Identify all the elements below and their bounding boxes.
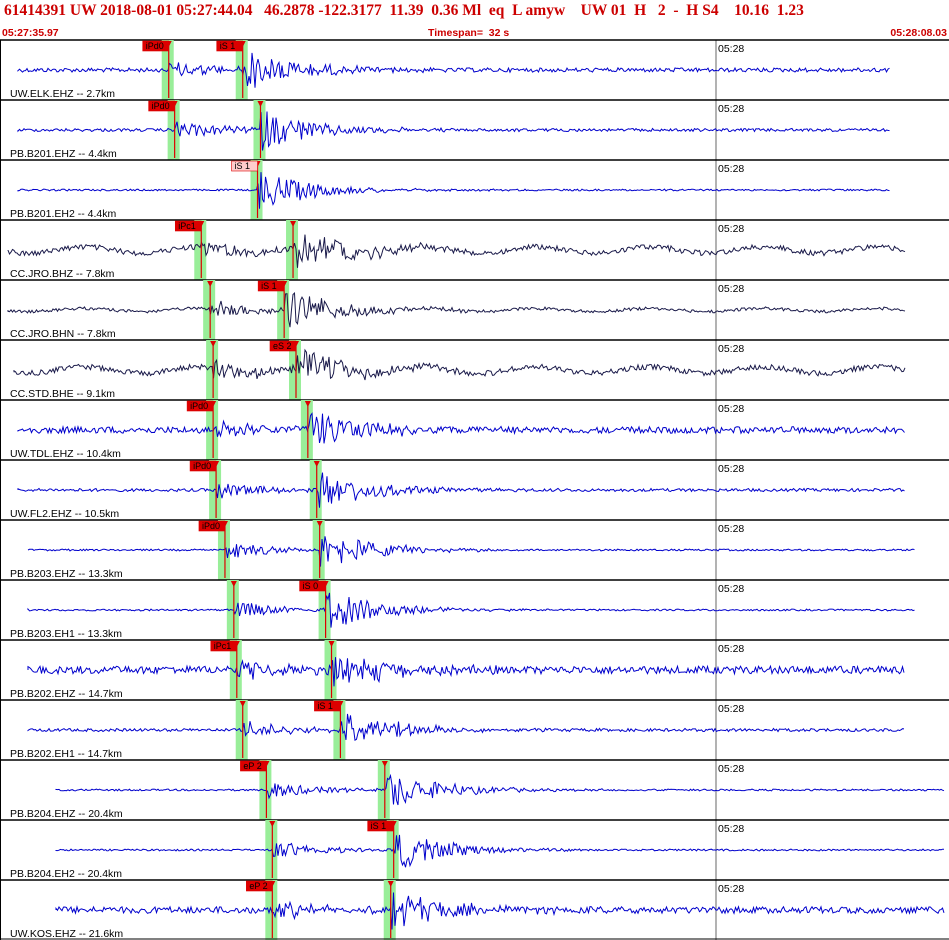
station-channel-label: PB.B203.EH1 -- 13.3km [10,628,122,640]
pick-phase-label: iS 1 [220,41,236,51]
minute-marker-label: 05:28 [718,823,744,835]
pick-phase-label: eP 2 [243,761,261,771]
trace-panel[interactable]: 05:28 iS 1 PB.B201.EH2 -- 4.4km [0,159,949,220]
seismogram-trace [55,892,945,930]
seismogram-trace [55,834,945,868]
pick-phase-label: eP 2 [249,881,267,891]
pick-phase-label: iPc1 [214,641,232,651]
minute-marker-label: 05:28 [718,703,744,715]
seismogram-trace [27,536,915,567]
pick-phase-label: iPc1 [178,221,196,231]
seismogram-trace [7,292,906,328]
trace-panel[interactable]: 05:28 iS 1 PB.B204.EH2 -- 20.4km [0,819,949,880]
pick-phase-label: iS 1 [235,161,251,171]
pick-phase-label: iPd0 [146,41,164,51]
pick-phase-label: iS 0 [303,581,319,591]
minute-marker-label: 05:28 [718,763,744,775]
pick-phase-label: eS 2 [273,341,292,351]
trace-panel[interactable]: 05:28 iPd0 UW.TDL.EHZ -- 10.4km [0,399,949,460]
pick-phase-label: iPd0 [202,521,220,531]
trace-panel[interactable]: 05:28 iS 0 PB.B203.EH1 -- 13.3km [0,579,949,640]
minute-marker-label: 05:28 [718,283,744,295]
trace-panel[interactable]: 05:28 iPc1 CC.JRO.BHZ -- 7.8km [0,219,949,280]
seismogram-trace [27,657,905,687]
minute-marker-label: 05:28 [718,463,744,475]
pick-phase-label: iS 1 [261,281,277,291]
minute-marker-label: 05:28 [718,583,744,595]
minute-marker-label: 05:28 [718,883,744,895]
station-channel-label: PB.B201.EH2 -- 4.4km [10,208,116,220]
minute-marker-label: 05:28 [718,643,744,655]
seismogram-trace [55,773,945,806]
seismogram-trace [17,111,890,151]
minute-marker-label: 05:28 [718,343,744,355]
trace-panel[interactable]: 05:28 eP 2 PB.B204.EHZ -- 20.4km [0,759,949,820]
pick-phase-label: iPd0 [193,461,211,471]
minute-marker-label: 05:28 [718,403,744,415]
station-channel-label: UW.FL2.EHZ -- 10.5km [10,508,119,520]
seismogram-trace [17,472,905,508]
station-channel-label: CC.STD.BHE -- 9.1km [10,388,115,400]
station-channel-label: UW.TDL.EHZ -- 10.4km [10,448,121,460]
seismogram-trace [17,172,890,209]
minute-marker-label: 05:28 [718,163,744,175]
pick-phase-label: iPd0 [190,401,208,411]
seismogram-trace [17,412,905,444]
minute-marker-label: 05:28 [718,223,744,235]
trace-panel[interactable]: 05:28 iS 1 CC.JRO.BHN -- 7.8km [0,279,949,340]
minute-marker-label: 05:28 [718,43,744,55]
station-channel-label: PB.B202.EHZ -- 14.7km [10,688,123,700]
station-channel-label: PB.B204.EH2 -- 20.4km [10,868,122,880]
seismogram-trace [13,348,906,381]
trace-panel[interactable]: 05:28 eP 2 UW.KOS.EHZ -- 21.6km [0,879,949,940]
pick-phase-label: iS 1 [371,821,387,831]
waveform-traces[interactable]: 05:28 iPd0 iS 1 UW.ELK.EHZ -- 2.7km 05:28 iPd… [0,0,949,940]
seismogram-trace [27,713,905,742]
station-channel-label: PB.B202.EH1 -- 14.7km [10,748,122,760]
trace-panel[interactable]: 05:28 eS 2 CC.STD.BHE -- 9.1km [0,339,949,400]
station-channel-label: PB.B201.EHZ -- 4.4km [10,148,117,160]
trace-panel[interactable]: 05:28 iPc1 PB.B202.EHZ -- 14.7km [0,639,949,700]
trace-panel[interactable]: 05:28 iS 1 PB.B202.EH1 -- 14.7km [0,699,949,760]
pick-phase-label: iPd0 [152,101,170,111]
minute-marker-label: 05:28 [718,523,744,535]
pick-window-band [309,460,322,520]
station-channel-label: PB.B204.EHZ -- 20.4km [10,808,123,820]
seismogram-trace [7,234,906,268]
trace-panel[interactable]: 05:28 iPd0 PB.B203.EHZ -- 13.3km [0,519,949,580]
minute-marker-label: 05:28 [718,103,744,115]
pick-phase-label: iS 1 [317,701,333,711]
seismogram-trace [17,52,890,88]
trace-panel[interactable]: 05:28 iPd0 UW.FL2.EHZ -- 10.5km [0,459,949,520]
station-channel-label: CC.JRO.BHZ -- 7.8km [10,268,115,280]
station-channel-label: PB.B203.EHZ -- 13.3km [10,568,123,580]
station-channel-label: CC.JRO.BHN -- 7.8km [10,328,116,340]
pick-window-band [253,100,266,160]
seismogram-trace [27,592,915,628]
station-channel-label: UW.ELK.EHZ -- 2.7km [10,88,115,100]
trace-panel[interactable]: 05:28 iPd0 iS 1 UW.ELK.EHZ -- 2.7km [0,39,949,100]
station-channel-label: UW.KOS.EHZ -- 21.6km [10,928,123,940]
trace-panel[interactable]: 05:28 iPd0 PB.B201.EHZ -- 4.4km [0,99,949,160]
